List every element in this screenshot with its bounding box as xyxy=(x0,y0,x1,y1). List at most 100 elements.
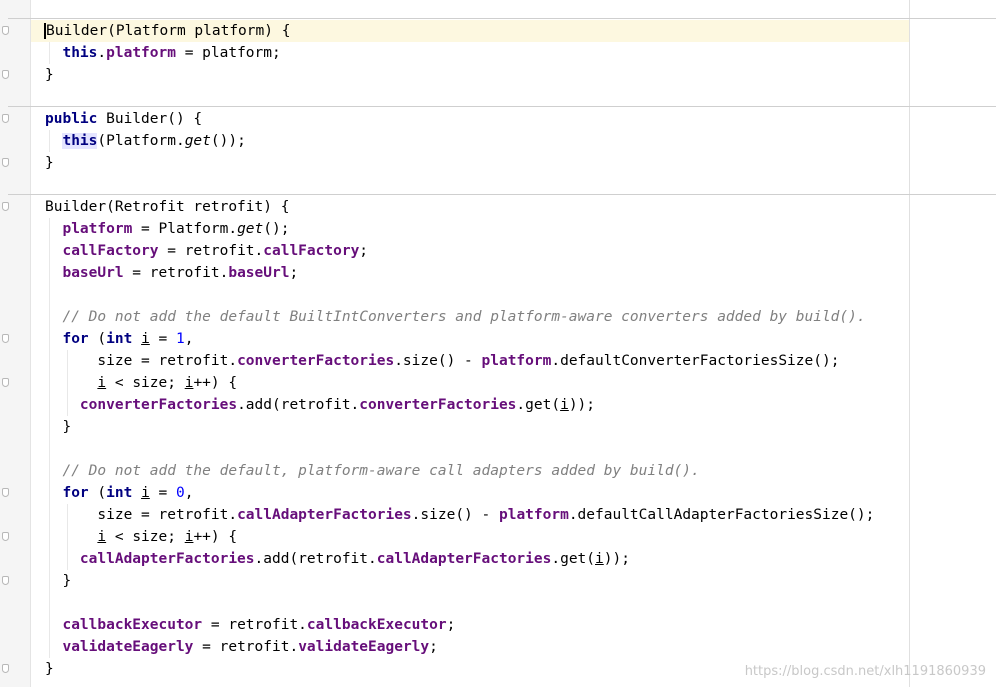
code-token: .size() - xyxy=(411,507,499,523)
code-token: this xyxy=(62,133,98,149)
code-line[interactable]: this(Platform.get()); xyxy=(45,130,246,152)
code-token: = xyxy=(149,485,177,501)
code-token: } xyxy=(45,573,72,589)
code-token: .add(retrofit. xyxy=(254,551,377,567)
code-token: .add(retrofit. xyxy=(237,397,360,413)
code-line[interactable]: for (int i = 0, xyxy=(45,482,193,504)
code-token: i xyxy=(97,375,107,391)
code-token: i xyxy=(141,331,150,347)
code-token: = retrofit. xyxy=(123,265,229,281)
code-token: uilder(Platform platform) { xyxy=(54,23,291,39)
code-token: converterFactories xyxy=(359,397,517,413)
method-separator xyxy=(8,194,996,195)
code-line[interactable]: } xyxy=(45,416,71,438)
code-token: = retrofit. xyxy=(193,639,299,655)
method-separator xyxy=(8,106,996,107)
code-token: callFactory xyxy=(62,243,159,259)
fold-marker-icon[interactable] xyxy=(2,664,9,673)
code-line[interactable]: size = retrofit.callAdapterFactories.siz… xyxy=(45,504,874,526)
fold-marker-icon[interactable] xyxy=(2,158,9,167)
code-line[interactable]: // Do not add the default BuiltIntConver… xyxy=(45,306,866,328)
code-line[interactable]: callFactory = retrofit.callFactory; xyxy=(45,240,368,262)
code-token: .defaultCallAdapterFactoriesSize(); xyxy=(568,507,875,523)
code-token: = xyxy=(149,331,177,347)
code-token: ; xyxy=(289,265,299,281)
code-line[interactable]: baseUrl = retrofit.baseUrl; xyxy=(45,262,298,284)
code-token: } xyxy=(45,155,54,171)
code-line[interactable]: this.platform = platform; xyxy=(45,42,281,64)
code-line[interactable]: size = retrofit.converterFactories.size(… xyxy=(45,350,839,372)
code-token: int xyxy=(106,485,133,501)
code-token: public xyxy=(45,111,98,127)
code-line[interactable]: } xyxy=(45,64,54,86)
fold-marker-icon[interactable] xyxy=(2,202,9,211)
fold-marker-icon[interactable] xyxy=(2,576,9,585)
code-token: callAdapterFactories xyxy=(237,507,412,523)
code-token: baseUrl xyxy=(228,265,290,281)
code-token: Builder() { xyxy=(97,111,203,127)
code-line[interactable]: Builder(Retrofit retrofit) { xyxy=(45,196,289,218)
code-token: = retrofit. xyxy=(158,243,264,259)
code-line[interactable]: public Builder() { xyxy=(45,108,202,130)
fold-marker-icon[interactable] xyxy=(2,334,9,343)
code-line[interactable]: converterFactories.add(retrofit.converte… xyxy=(45,394,595,416)
code-token: (); xyxy=(263,221,290,237)
code-token: ; xyxy=(359,243,369,259)
code-line[interactable]: // Do not add the default, platform-awar… xyxy=(45,460,700,482)
code-token: B xyxy=(44,23,55,39)
code-token: ; xyxy=(446,617,456,633)
code-line[interactable]: } xyxy=(45,152,54,174)
code-token: (Platform. xyxy=(97,133,185,149)
code-line[interactable]: callAdapterFactories.add(retrofit.callAd… xyxy=(45,548,630,570)
code-token: for xyxy=(62,485,89,501)
fold-marker-icon[interactable] xyxy=(2,70,9,79)
code-line[interactable]: i < size; i++) { xyxy=(45,372,237,394)
code-token: size = retrofit. xyxy=(45,507,238,523)
fold-marker-icon[interactable] xyxy=(2,532,9,541)
code-token: )); xyxy=(603,551,630,567)
code-line[interactable]: platform = Platform.get(); xyxy=(45,218,289,240)
code-token: 1 xyxy=(176,331,185,347)
code-token: callAdapterFactories xyxy=(376,551,552,567)
code-line[interactable]: } xyxy=(45,570,71,592)
code-token: } xyxy=(45,419,72,435)
code-token: = Platform. xyxy=(132,221,238,237)
code-token: ++) { xyxy=(193,375,238,391)
fold-marker-icon[interactable] xyxy=(2,488,9,497)
code-line[interactable]: for (int i = 1, xyxy=(45,328,193,350)
code-token: // Do not add the default, platform-awar… xyxy=(62,463,700,479)
code-line[interactable]: i < size; i++) { xyxy=(45,526,237,548)
code-line[interactable]: callbackExecutor = retrofit.callbackExec… xyxy=(45,614,455,636)
code-token: int xyxy=(106,331,133,347)
code-token: baseUrl xyxy=(62,265,124,281)
code-token: i xyxy=(595,551,604,567)
code-token: get xyxy=(237,221,264,237)
fold-marker-icon[interactable] xyxy=(2,114,9,123)
code-token: // Do not add the default BuiltIntConver… xyxy=(62,309,866,325)
code-line[interactable]: validateEagerly = retrofit.validateEager… xyxy=(45,636,437,658)
fold-marker-icon[interactable] xyxy=(2,26,9,35)
code-token: < size; xyxy=(106,529,185,545)
code-token: callbackExecutor xyxy=(306,617,447,633)
code-token: converterFactories xyxy=(79,397,238,413)
code-token: .get( xyxy=(516,397,561,413)
code-token: < size; xyxy=(106,375,185,391)
right-margin-guide xyxy=(909,0,910,687)
code-token: } xyxy=(45,661,54,677)
code-token: = platform; xyxy=(175,45,281,61)
code-line[interactable]: Builder(Platform platform) { xyxy=(44,20,291,42)
fold-marker-icon[interactable] xyxy=(2,378,9,387)
code-line[interactable]: } xyxy=(45,658,54,680)
